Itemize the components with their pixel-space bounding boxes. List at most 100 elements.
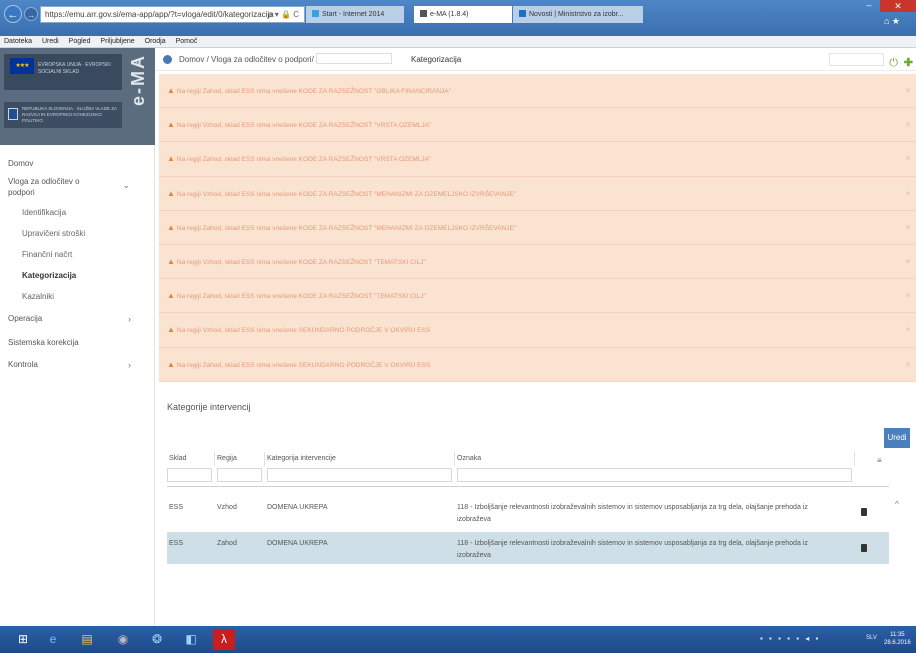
app-icon[interactable]: ❂ [144, 629, 170, 650]
crest-icon [8, 108, 18, 120]
breadcrumb-sep: / [206, 55, 209, 64]
eu-logo: ★★★ EVROPSKA UNIJA · EVROPSKI SOCIALNI S… [4, 54, 122, 90]
sidebar-item-upraviceni-stroski[interactable]: Upravičeni stroški [0, 223, 155, 244]
column-header-oznaka[interactable]: Oznaka [455, 452, 855, 466]
breadcrumb-vloga[interactable]: Vloga za odločitev o podpori [211, 55, 312, 64]
table-row[interactable]: ESS Zahod DOMENA UKREPA 118 - Izboljšanj… [167, 532, 889, 564]
clock[interactable]: 11:35 28.6.2016 [884, 631, 911, 647]
address-controls[interactable]: ρ ▾ 🔒 C [268, 6, 299, 23]
plus-icon[interactable]: ✚ [904, 52, 913, 75]
menu-edit[interactable]: Uredi [42, 38, 59, 45]
trash-icon[interactable] [861, 508, 867, 516]
home-favorites-icon[interactable]: ⌂ ★ [884, 16, 900, 27]
sidebar-item-kazalniki[interactable]: Kazalniki [0, 286, 155, 307]
close-icon[interactable]: × [905, 177, 910, 210]
browser-tab[interactable]: Start - Internet 2014 [306, 6, 404, 23]
collapse-sidebar-icon[interactable]: ‹ [135, 56, 138, 67]
cell-regija: Vzhod [217, 504, 237, 511]
app-icon[interactable]: ◧ [178, 629, 204, 650]
breadcrumb-sep: / [311, 55, 314, 64]
alert-item: ▲ Na regiji Vzhod, sklad ESS nima vnešene… [159, 313, 916, 348]
sidebar-item-identifikacija[interactable]: Identifikacija [0, 202, 155, 223]
scroll-up-icon[interactable]: ^ [895, 500, 899, 509]
forward-icon[interactable]: → [24, 7, 38, 21]
edit-button[interactable]: Uredi [884, 428, 910, 448]
menu-help[interactable]: Pomoč [176, 38, 198, 45]
warning-icon: ▲ [167, 120, 175, 130]
warning-icon: ▲ [167, 359, 175, 369]
file-explorer-icon[interactable]: ▤ [74, 629, 100, 650]
brand-text: EVROPSKA UNIJA · EVROPSKI SOCIALNI SKLAD [38, 62, 111, 75]
sidebar-item-vloga[interactable]: Vloga za odločitev o podpori ⌄ [0, 172, 130, 202]
warning-icon: ▲ [167, 222, 175, 232]
back-icon[interactable]: ← [4, 5, 22, 23]
close-icon[interactable]: × [905, 313, 910, 346]
tab-icon [519, 10, 526, 17]
sidebar-item-domov[interactable]: Domov [0, 156, 155, 172]
close-icon[interactable]: × [905, 211, 910, 244]
language-indicator[interactable]: SLV [866, 635, 877, 641]
close-icon[interactable]: × [905, 108, 910, 141]
browser-tab-active[interactable]: e-MA (1.8.4) [414, 6, 512, 23]
windows-taskbar: ⊞ e ▤ ◉ ❂ ◧ λ ▪ ▪ ▪ ▪ ▪ ◂ ▪ SLV 11:35 28.… [0, 626, 916, 653]
alert-item: ▲ Na regiji Zahod, sklad ESS nima vnešene… [159, 348, 916, 382]
sidebar-item-kontrola[interactable]: Kontrola › [0, 357, 155, 373]
ministry-logo: REPUBLIKA SLOVENIJA · SLUŽBA VLADE ZA RA… [4, 102, 122, 128]
browser-tab[interactable]: Novosti | Ministrstvo za izobr... [513, 6, 643, 23]
grid-menu-icon[interactable]: ≡ [877, 456, 885, 465]
internet-explorer-icon[interactable]: e [40, 629, 66, 650]
system-tray[interactable]: ▪ ▪ ▪ ▪ ▪ ◂ ▪ [760, 634, 820, 643]
breadcrumb-home[interactable]: Domov [179, 55, 204, 64]
close-icon[interactable]: × [905, 348, 910, 381]
warning-icon: ▲ [167, 291, 175, 301]
column-header-kategorija[interactable]: Kategorija intervencije [265, 452, 455, 466]
sidebar-item-financni-nacrt[interactable]: Finančni načrt [0, 244, 155, 265]
filter-regija-input[interactable] [217, 468, 262, 482]
column-header-sklad[interactable]: Sklad [167, 452, 215, 466]
cell-kategorija: DOMENA UKREPA [267, 540, 328, 547]
menu-view[interactable]: Pogled [69, 38, 91, 45]
filter-sklad-input[interactable] [167, 468, 212, 482]
breadcrumb-id-box [315, 53, 392, 64]
main-content: Domov / Vloga za odločitev o podpori/ Ka… [155, 48, 916, 626]
cell-sklad: ESS [169, 540, 184, 547]
sidebar-item-sistemska-korekcija[interactable]: Sistemska korekcija [0, 335, 155, 351]
menu-tools[interactable]: Orodja [145, 38, 166, 45]
header-search-box[interactable] [829, 53, 884, 66]
close-icon[interactable]: × [905, 74, 910, 107]
close-icon[interactable]: × [905, 279, 910, 312]
address-bar[interactable]: https://emu.arr.gov.si/ema-app/app/?t=vl… [40, 6, 305, 23]
trash-icon[interactable] [861, 544, 867, 552]
menu-favorites[interactable]: Priljubljene [100, 38, 134, 45]
sidebar-item-operacija[interactable]: Operacija › [0, 311, 155, 327]
ema-logo: e-MA [128, 54, 148, 106]
close-window-button[interactable]: ✕ [880, 0, 916, 12]
close-icon[interactable]: × [905, 245, 910, 278]
app-icon[interactable]: ◉ [110, 629, 136, 650]
table-row[interactable]: ESS Vzhod DOMENA UKREPA 118 - Izboljšanj… [167, 496, 889, 528]
warning-icon: ▲ [167, 325, 175, 335]
interventions-section: Kategorije intervencij Uredi Sklad Regij… [155, 386, 916, 626]
browser-toolbar: ← → https://emu.arr.gov.si/ema-app/app/?… [0, 0, 916, 36]
cell-kategorija: DOMENA UKREPA [267, 504, 328, 511]
menu-file[interactable]: Datoteka [4, 38, 32, 45]
alert-item: ▲ Na regiji Zahod, sklad ESS nima vnešene… [159, 142, 916, 177]
close-icon[interactable]: × [905, 142, 910, 175]
alert-item: ▲ Na regiji Zahod, sklad ESS nima vnešene… [159, 279, 916, 314]
power-icon[interactable]: ⏻ [889, 52, 898, 75]
minimize-icon[interactable]: – [860, 0, 878, 12]
sidebar-item-kategorizacija[interactable]: Kategorizacija [0, 265, 155, 286]
warning-icon: ▲ [167, 154, 175, 164]
filter-oznaka-input[interactable] [457, 468, 852, 482]
column-header-regija[interactable]: Regija [215, 452, 265, 466]
browser-menu-bar: Datoteka Uredi Pogled Priljubljene Orodj… [0, 36, 916, 48]
chevron-down-icon: ⌄ [122, 180, 130, 190]
start-icon[interactable]: ⊞ [10, 629, 36, 650]
brand-panel: ★★★ EVROPSKA UNIJA · EVROPSKI SOCIALNI S… [0, 48, 155, 145]
sidebar-nav: Domov Vloga za odločitev o podpori ⌄ Iden… [0, 156, 155, 373]
pdf-reader-icon[interactable]: λ [213, 629, 235, 650]
breadcrumb: Domov / Vloga za odločitev o podpori/ Ka… [155, 48, 916, 71]
ministry-text: REPUBLIKA SLOVENIJA · SLUŽBA VLADE ZA RA… [22, 106, 117, 123]
filter-kategorija-input[interactable] [267, 468, 452, 482]
cell-sklad: ESS [169, 504, 184, 511]
